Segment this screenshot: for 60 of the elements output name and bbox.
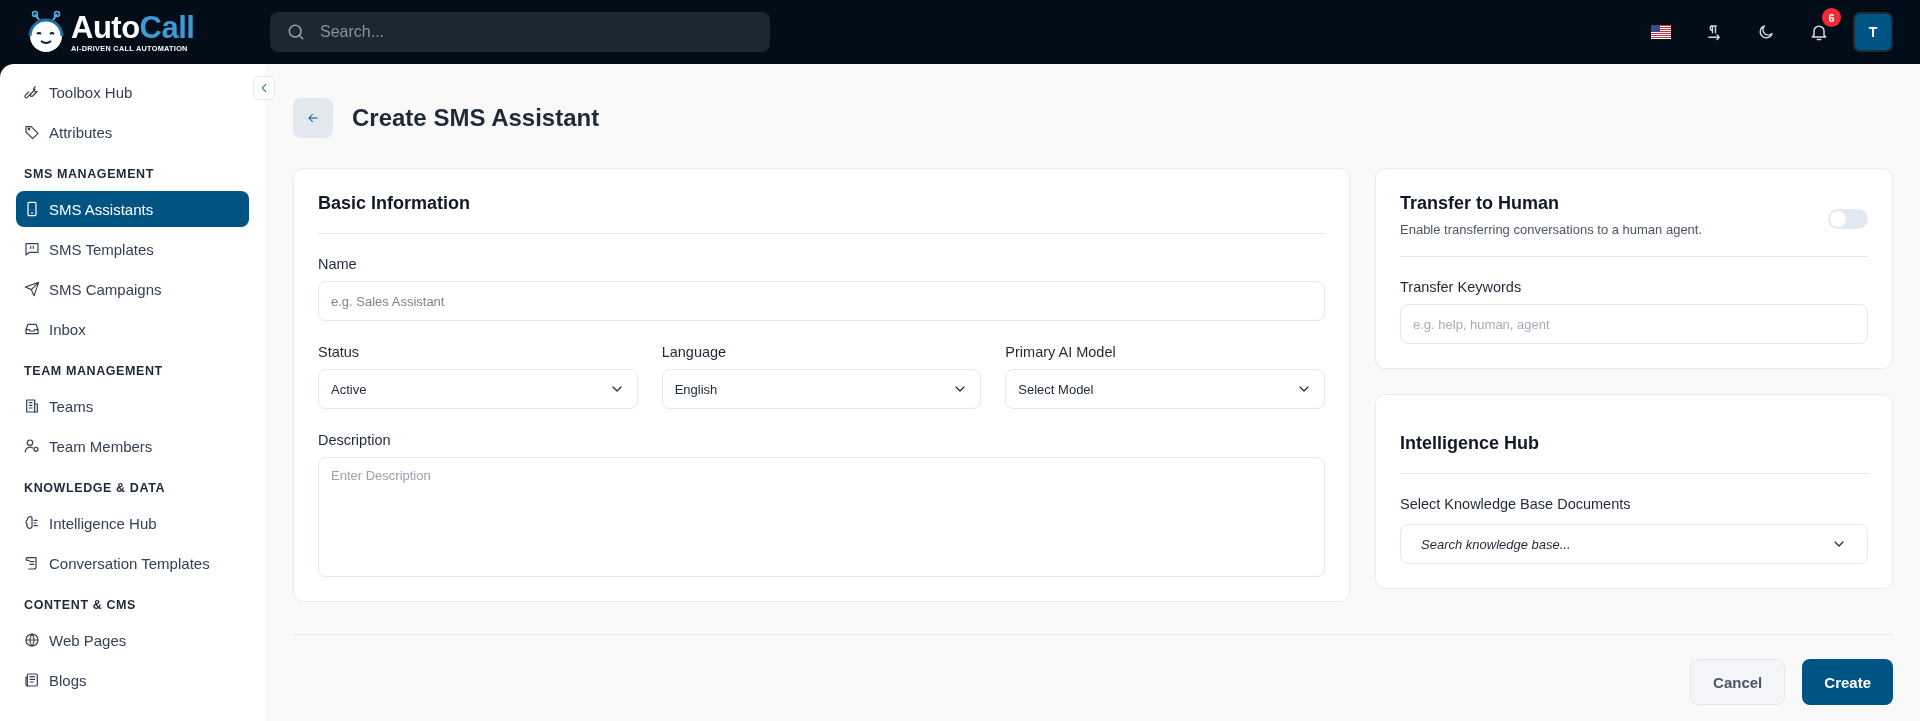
flag-icon[interactable] xyxy=(1651,25,1671,39)
inbox-icon xyxy=(24,321,40,337)
toggle-switch[interactable] xyxy=(1828,209,1868,229)
sidebar-item[interactable]: Toolbox Hub xyxy=(16,74,249,110)
notification-badge: 6 xyxy=(1822,8,1841,27)
sidebar-item[interactable]: Web Pages xyxy=(16,622,249,658)
newspaper-icon xyxy=(24,672,40,688)
card-title: Basic Information xyxy=(318,193,472,214)
search-icon xyxy=(286,22,306,42)
card-title: Transfer to Human xyxy=(1400,193,1561,214)
sidebar-item[interactable]: Blogs xyxy=(16,662,249,698)
sidebar-section-heading: TEAM MANAGEMENT xyxy=(23,363,164,380)
moon-icon xyxy=(1757,23,1775,41)
arrow-left-icon xyxy=(306,111,320,125)
sidebar-item[interactable]: Conversation Templates xyxy=(16,545,249,581)
message-icon xyxy=(24,241,40,257)
create-button[interactable]: Create xyxy=(1802,659,1893,705)
sidebar-item[interactable]: SMS Campaigns xyxy=(16,271,249,307)
page-title: Create SMS Assistant xyxy=(352,104,600,132)
description-textarea[interactable]: Enter Description xyxy=(318,457,1325,577)
send-icon xyxy=(24,281,40,297)
select-dropdown[interactable]: Select Model xyxy=(1005,369,1325,409)
sidebar-section-heading: CONTENT & CMS xyxy=(23,597,137,614)
field-label: Description xyxy=(318,432,392,448)
field-label: Name xyxy=(318,256,358,272)
sidebar-item[interactable]: Team Members xyxy=(16,428,249,464)
user-icon xyxy=(24,438,40,454)
field-label: Select Knowledge Base Documents xyxy=(1400,496,1632,512)
name-input[interactable]: e.g. Sales Assistant xyxy=(318,281,1325,321)
keywords-input[interactable]: e.g. help, human, agent xyxy=(1400,304,1868,344)
select-dropdown[interactable]: Active xyxy=(318,369,638,409)
field-label: Status xyxy=(318,344,361,360)
search-input[interactable]: Search... xyxy=(318,22,754,42)
user-avatar[interactable]: T xyxy=(1853,12,1893,52)
globe-icon xyxy=(24,632,40,648)
sidebar-section-heading: KNOWLEDGE & DATA xyxy=(23,480,167,497)
tag-icon xyxy=(24,124,40,140)
scroll-icon xyxy=(24,555,40,571)
text-direction-icon xyxy=(1705,23,1723,41)
sidebar-item[interactable]: Teams xyxy=(16,388,249,424)
cancel-button[interactable]: Cancel xyxy=(1690,659,1786,705)
sidebar-item[interactable]: Attributes xyxy=(16,114,249,150)
field-label: Transfer Keywords xyxy=(1400,279,1523,295)
card-subtitle: Enable transferring conversations to a human agent. xyxy=(1400,222,1703,237)
phone-icon xyxy=(24,201,40,217)
sidebar-item[interactable]: SMS Templates xyxy=(16,231,249,267)
sidebar-item[interactable]: Intelligence Hub xyxy=(16,505,249,541)
back-button[interactable] xyxy=(293,98,333,138)
building-icon xyxy=(24,398,40,414)
sidebar-item[interactable]: Inbox xyxy=(16,311,249,347)
card-title: Intelligence Hub xyxy=(1400,433,1541,454)
sidebar-item[interactable]: SMS Assistants xyxy=(16,191,249,227)
search-bar[interactable]: Search... xyxy=(270,12,770,52)
select-dropdown[interactable]: English xyxy=(661,369,982,409)
field-label: Language xyxy=(661,344,728,360)
knowledge-base-select[interactable]: Search knowledge base... xyxy=(1400,524,1868,564)
sidebar-section-heading: SMS MANAGEMENT xyxy=(23,166,155,183)
field-label: Primary AI Model xyxy=(1005,344,1117,360)
logo-wordmark: AutoCall xyxy=(71,11,195,43)
collapse-sidebar-button[interactable] xyxy=(253,76,275,100)
